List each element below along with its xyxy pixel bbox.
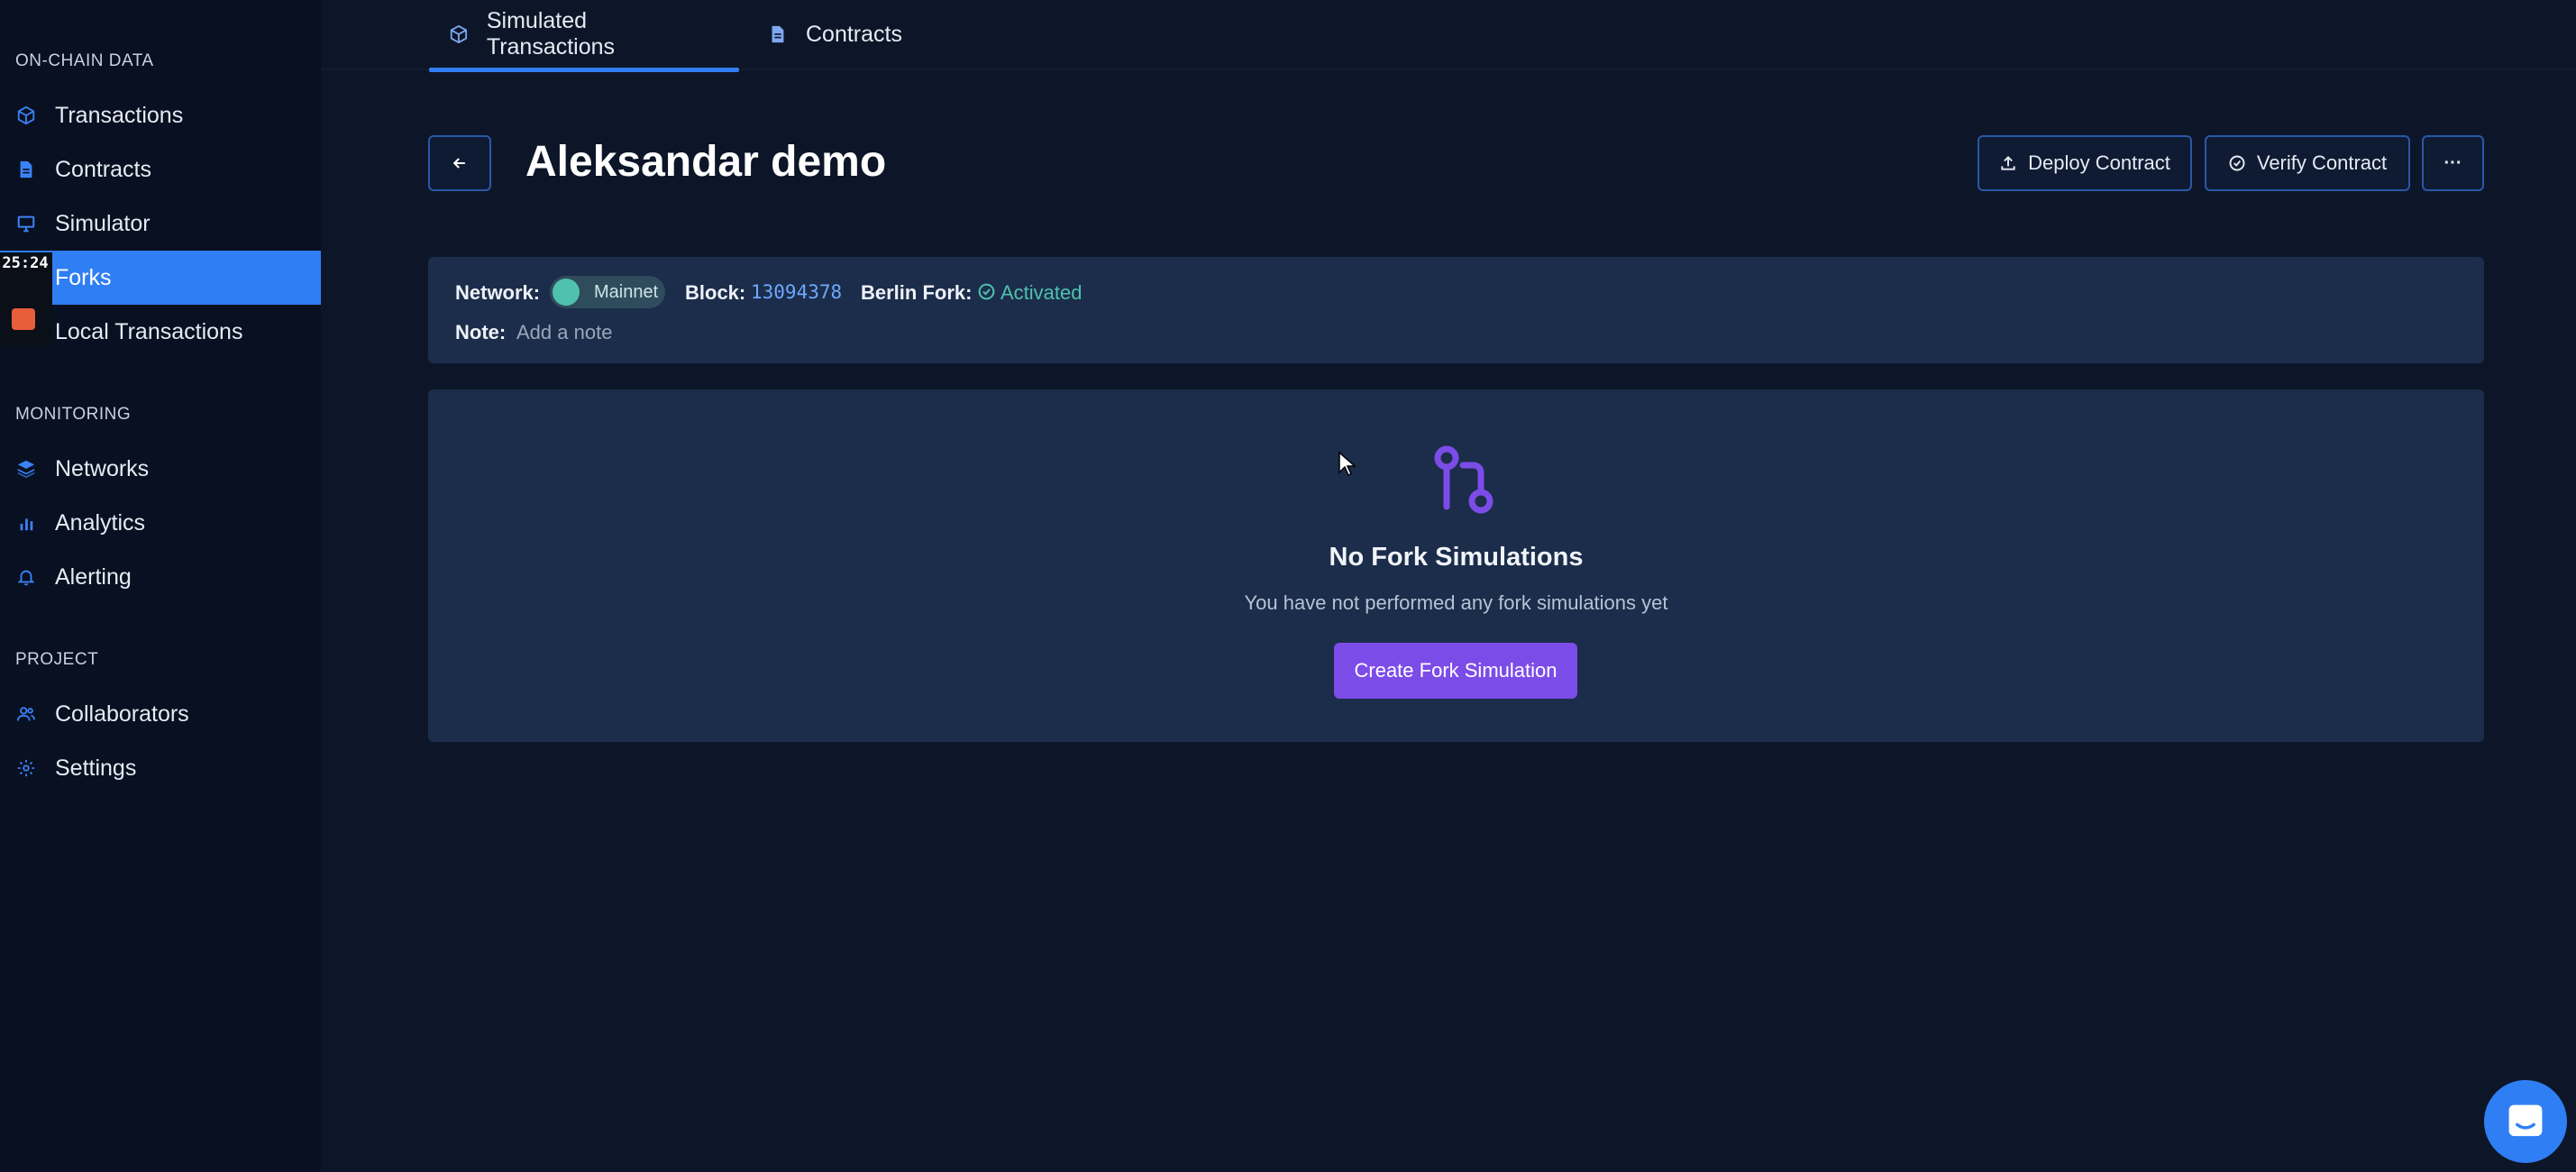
empty-state-title: No Fork Simulations (1329, 543, 1584, 572)
empty-state-card: No Fork Simulations You have not perform… (428, 389, 2484, 742)
section-title-on-chain-data: ON-CHAIN DATA (15, 51, 154, 70)
section-title-project: PROJECT (15, 650, 99, 669)
fork-icon (1434, 445, 1494, 514)
network-value: Mainnet (594, 281, 659, 302)
sidebar-item-label: Local Transactions (55, 318, 243, 344)
sidebar-item-transactions[interactable]: Transactions (0, 88, 321, 142)
recording-timer: 25:24 (0, 252, 52, 346)
sidebar-item-collaborators[interactable]: Collaborators (0, 687, 321, 741)
arrow-left-icon (452, 158, 465, 169)
cube-icon (15, 105, 37, 126)
sidebar-item-label: Simulator (55, 210, 151, 236)
sidebar-item-label: Forks (55, 264, 112, 290)
more-options-button[interactable]: ··· (2422, 135, 2484, 191)
monitor-icon (15, 213, 37, 234)
tab-label: Simulated Transactions (486, 8, 616, 60)
fork-info-card: Network: Mainnet Block: 13094378 Berlin … (428, 257, 2484, 363)
sidebar: ON-CHAIN DATA Transactions Contracts Sim… (0, 0, 321, 1172)
sidebar-item-networks[interactable]: Networks (0, 442, 321, 496)
chat-support-button[interactable] (2484, 1080, 2567, 1163)
verify-contract-label: Verify Contract (2256, 151, 2388, 174)
create-fork-simulation-button[interactable]: Create Fork Simulation (1334, 643, 1577, 699)
add-note-link[interactable]: Add a note (516, 321, 612, 344)
sidebar-item-analytics[interactable]: Analytics (0, 496, 321, 550)
page-title: Aleksandar demo (525, 138, 887, 186)
chat-icon (2508, 1104, 2543, 1137)
tab-label: Contracts (806, 21, 902, 47)
document-icon (15, 159, 37, 180)
sidebar-item-label: Alerting (55, 563, 132, 590)
layers-icon (15, 458, 37, 480)
network-key: Network: (455, 281, 541, 304)
sidebar-item-label: Networks (55, 455, 150, 481)
bell-icon (15, 566, 37, 588)
recording-time: 25:24 (2, 254, 49, 272)
sidebar-item-label: Settings (55, 755, 137, 781)
cube-icon (450, 24, 468, 44)
stop-recording-button[interactable] (12, 308, 35, 330)
ethereum-icon (553, 279, 580, 306)
sidebar-item-simulator[interactable]: Simulator (0, 197, 321, 251)
sidebar-item-settings[interactable]: Settings (0, 741, 321, 795)
note-key: Note: (455, 321, 507, 343)
tab-bar: Simulated Transactions Contracts (321, 0, 2576, 72)
berlin-fork-key: Berlin Fork: (861, 281, 973, 304)
gear-icon (15, 757, 37, 779)
check-circle-icon (978, 283, 995, 300)
section-title-monitoring: MONITORING (15, 405, 132, 424)
berlin-fork-status: Activated (1000, 281, 1082, 304)
bar-chart-icon (15, 512, 37, 534)
sidebar-item-label: Transactions (55, 102, 184, 128)
check-circle-icon (2229, 155, 2245, 171)
sidebar-item-label: Contracts (55, 156, 151, 182)
mouse-cursor-icon (1338, 451, 1357, 477)
deploy-contract-label: Deploy Contract (2028, 151, 2170, 174)
upload-icon (2001, 155, 2015, 170)
tab-simulated-transactions[interactable]: Simulated Transactions (429, 0, 739, 72)
tab-contracts[interactable]: Contracts (768, 0, 902, 69)
verify-contract-button[interactable]: Verify Contract (2205, 135, 2410, 191)
block-number-link[interactable]: 13094378 (751, 281, 842, 303)
deploy-contract-button[interactable]: Deploy Contract (1978, 135, 2192, 191)
sidebar-item-contracts[interactable]: Contracts (0, 142, 321, 197)
block-key: Block: (685, 281, 746, 304)
sidebar-item-label: Analytics (55, 509, 146, 536)
sidebar-item-alerting[interactable]: Alerting (0, 550, 321, 604)
sidebar-item-label: Collaborators (55, 700, 189, 727)
users-icon (15, 703, 37, 725)
document-icon (772, 25, 784, 43)
empty-state-subtitle: You have not performed any fork simulati… (1244, 591, 1668, 614)
more-icon: ··· (2444, 152, 2462, 173)
back-button[interactable] (428, 135, 491, 191)
network-badge: Mainnet (550, 276, 665, 308)
